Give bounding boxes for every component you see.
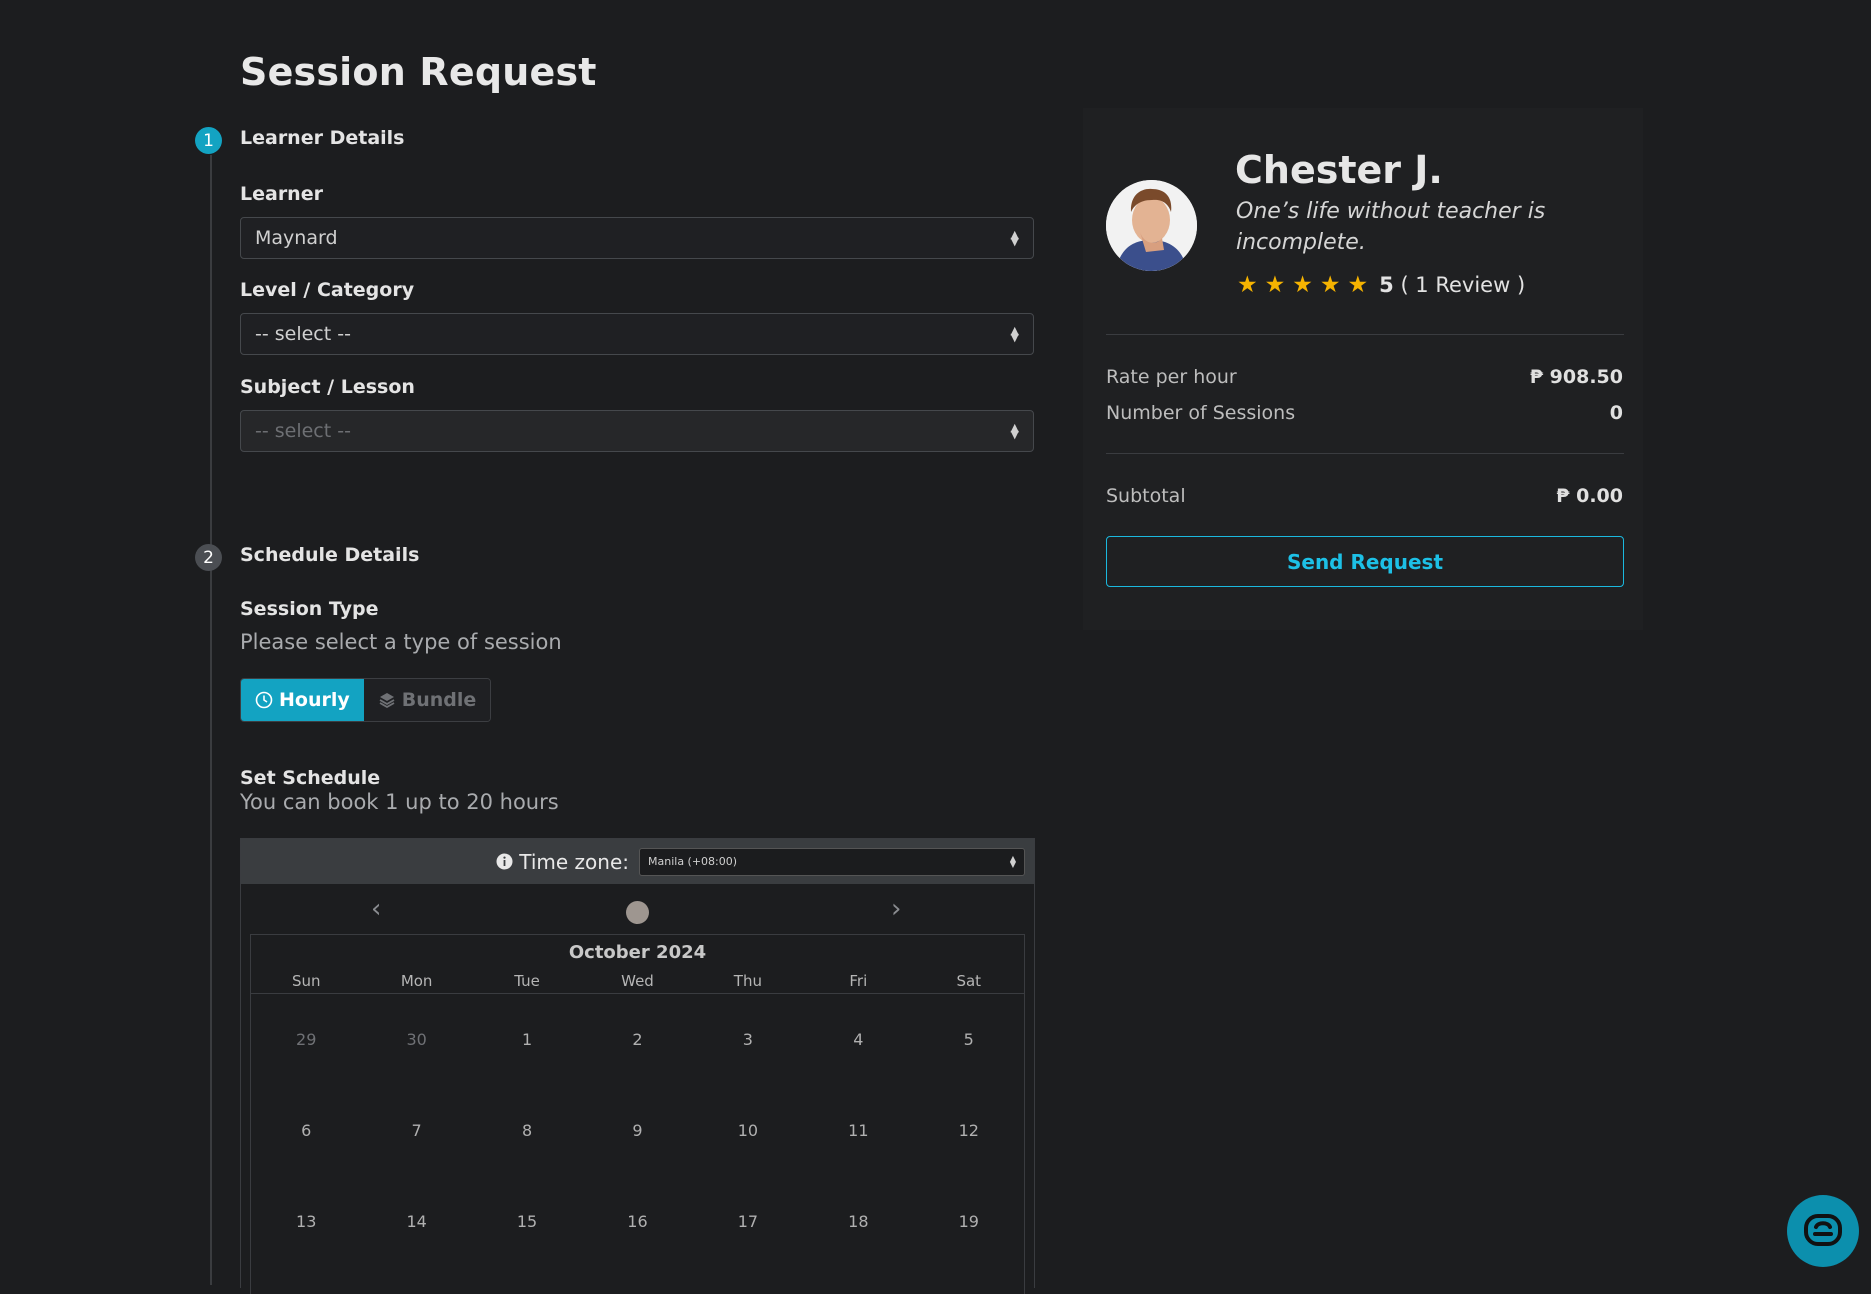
rate-value: ₱ 908.50 — [1529, 366, 1623, 388]
step-timeline-line — [210, 155, 212, 1285]
hourly-label: Hourly — [279, 689, 350, 711]
sessions-label: Number of Sessions — [1106, 402, 1296, 424]
bundle-button[interactable]: Bundle — [363, 679, 491, 721]
weekday-label: Sat — [956, 971, 982, 990]
session-type-hint: Please select a type of session — [240, 630, 562, 654]
rating-number: 5 — [1379, 273, 1394, 297]
calendar-day[interactable]: 1 — [472, 1030, 582, 1049]
rating-value: 5 ( 1 Review ) — [1379, 273, 1525, 297]
weekday-label: Mon — [400, 971, 433, 990]
calendar-nav: ‹ › — [241, 884, 1034, 934]
calendar-grid: October 2024 Sun Mon Tue Wed Thu Fri Sat… — [250, 934, 1025, 1294]
select-caret-icon: ▲ ▼ — [1009, 853, 1016, 869]
subject-select-value: -- select -- — [255, 420, 351, 442]
calendar-month-title: October 2024 — [568, 942, 707, 963]
subtotal-label: Subtotal — [1106, 485, 1186, 507]
summary-divider — [1106, 334, 1624, 335]
chat-icon — [1804, 1214, 1842, 1246]
calendar-day[interactable]: 6 — [251, 1121, 361, 1140]
calendar-day[interactable]: 13 — [251, 1212, 361, 1231]
calendar-week-row: 13 14 15 16 17 18 19 — [251, 1176, 1024, 1267]
session-type-label: Session Type — [240, 598, 379, 620]
tutor-photo — [1106, 180, 1197, 271]
calendar-day[interactable]: 10 — [693, 1121, 803, 1140]
calendar-day[interactable]: 11 — [803, 1121, 913, 1140]
level-select-value: -- select -- — [255, 323, 351, 345]
timezone-value: Manila (+08:00) — [648, 855, 738, 868]
calendar-day[interactable]: 8 — [472, 1121, 582, 1140]
timezone-select[interactable]: Manila (+08:00) ▲ ▼ — [639, 847, 1025, 876]
prev-month-icon[interactable]: ‹ — [371, 894, 381, 924]
hourly-button[interactable]: Hourly — [241, 679, 364, 721]
weekday-label: Fri — [849, 971, 868, 990]
info-icon — [496, 853, 513, 870]
weekday-label: Wed — [621, 971, 654, 990]
calendar-day[interactable]: 5 — [914, 1030, 1024, 1049]
review-count: ( 1 Review ) — [1400, 273, 1526, 297]
send-request-button[interactable]: Send Request — [1106, 536, 1624, 587]
rate-label: Rate per hour — [1106, 366, 1237, 388]
page-title: Session Request — [240, 50, 597, 94]
level-select[interactable]: -- select -- ▲ ▼ — [240, 313, 1034, 355]
bundle-label: Bundle — [401, 689, 477, 711]
calendar-loading-indicator — [626, 901, 649, 924]
star-icon: ★ — [1319, 272, 1341, 298]
star-icon: ★ — [1237, 272, 1258, 298]
weekday-label: Tue — [514, 971, 540, 990]
calendar-day[interactable]: 14 — [361, 1212, 471, 1231]
set-schedule-label: Set Schedule — [240, 767, 381, 789]
calendar-day[interactable]: 18 — [803, 1212, 913, 1231]
chat-button[interactable] — [1787, 1195, 1859, 1267]
set-schedule-hint: You can book 1 up to 20 hours — [240, 790, 559, 814]
next-month-icon[interactable]: › — [891, 894, 901, 924]
calendar-day[interactable]: 7 — [361, 1121, 471, 1140]
calendar-week-row: 29 30 1 2 3 4 5 — [251, 994, 1024, 1085]
select-caret-icon: ▲ ▼ — [1010, 228, 1019, 248]
learner-details-title: Learner Details — [240, 127, 405, 149]
schedule-details-title: Schedule Details — [240, 544, 420, 566]
layers-icon — [379, 693, 395, 709]
step-1-indicator: 1 — [195, 127, 222, 154]
weekday-label: Thu — [733, 971, 762, 990]
tutor-quote: One’s life without teacher is incomplete… — [1236, 199, 1546, 255]
learner-select[interactable]: Maynard ▲ ▼ — [240, 217, 1034, 259]
weekday-label: Sun — [291, 971, 321, 990]
summary-divider — [1106, 453, 1624, 454]
clock-icon — [255, 691, 273, 709]
select-caret-icon: ▲ ▼ — [1010, 324, 1019, 344]
learner-label: Learner — [240, 183, 323, 205]
level-label: Level / Category — [240, 279, 415, 301]
tutor-avatar — [1106, 180, 1197, 271]
calendar-week-row: 6 7 8 9 10 11 12 — [251, 1085, 1024, 1176]
select-caret-icon: ▲ ▼ — [1010, 421, 1019, 441]
calendar-day[interactable]: 17 — [693, 1212, 803, 1231]
calendar-day[interactable]: 19 — [914, 1212, 1024, 1231]
calendar-day[interactable]: 12 — [914, 1121, 1024, 1140]
subtotal-value: ₱ 0.00 — [1556, 485, 1623, 507]
calendar-day[interactable]: 15 — [472, 1212, 582, 1231]
star-icon: ★ — [1347, 272, 1369, 298]
sessions-value: 0 — [1609, 402, 1623, 424]
weekday-header-row: Sun Mon Tue Wed Thu Fri Sat — [251, 968, 1024, 994]
tutor-rating: ★ ★ ★ ★ ★ 5 ( 1 Review ) — [1237, 272, 1525, 298]
schedule-calendar: Time zone: Manila (+08:00) ▲ ▼ ‹ › Octobe… — [240, 838, 1035, 1294]
calendar-header: Time zone: Manila (+08:00) ▲ ▼ — [241, 839, 1034, 884]
step-2-indicator: 2 — [195, 544, 222, 571]
calendar-day[interactable]: 4 — [803, 1030, 913, 1049]
timezone-label: Time zone: — [519, 849, 629, 874]
calendar-day[interactable]: 2 — [582, 1030, 692, 1049]
learner-select-value: Maynard — [255, 227, 338, 249]
calendar-day[interactable]: 30 — [361, 1030, 471, 1049]
subject-label: Subject / Lesson — [240, 376, 415, 398]
tutor-name: Chester J. — [1235, 148, 1443, 192]
calendar-day[interactable]: 16 — [582, 1212, 692, 1231]
calendar-day[interactable]: 9 — [582, 1121, 692, 1140]
star-icon: ★ — [1264, 272, 1286, 298]
timezone-label-group: Time zone: — [496, 850, 629, 874]
calendar-day[interactable]: 3 — [693, 1030, 803, 1049]
session-type-toggle: Hourly Bundle — [240, 678, 492, 722]
calendar-day[interactable]: 29 — [251, 1030, 361, 1049]
star-icon: ★ — [1292, 272, 1313, 298]
subject-select[interactable]: -- select -- ▲ ▼ — [240, 410, 1034, 452]
